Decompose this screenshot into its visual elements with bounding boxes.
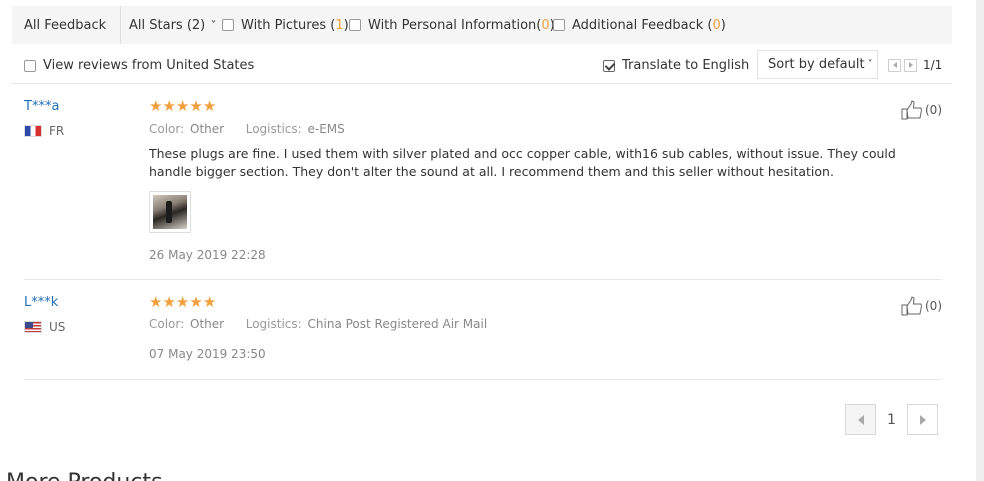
additional-feedback-label: Additional Feedback ( <box>572 17 713 33</box>
star-icon: ★ <box>149 293 163 311</box>
star-icon: ★ <box>202 293 217 311</box>
reviewer-country: FR <box>24 124 64 138</box>
review-text: These plugs are fine. I used them with s… <box>149 146 896 179</box>
page-indicator: 1/1 <box>923 58 943 72</box>
mini-prev-button[interactable] <box>888 58 901 72</box>
star-rating: ★ ★ ★ ★ ★ <box>149 99 216 114</box>
helpful-count: (0) <box>925 299 942 313</box>
filter-all-stars-dropdown[interactable]: All Stars (2) ˅ <box>120 6 217 44</box>
star-icon: ★ <box>175 293 190 311</box>
star-icon: ★ <box>189 293 203 311</box>
additional-feedback-count: 0 <box>712 17 721 33</box>
filter-bar: All Feedback All Stars (2) ˅ With Pictur… <box>12 6 952 44</box>
current-page[interactable]: 1 <box>876 412 907 428</box>
with-pictures-close: ) <box>343 17 349 33</box>
filter-all-stars-label: All Stars (2) <box>129 17 206 33</box>
logistics-label: Logistics: <box>245 317 302 331</box>
helpful-button[interactable]: (0) <box>901 296 942 316</box>
arrow-right-icon <box>908 62 913 68</box>
additional-feedback-checkbox[interactable] <box>553 19 565 31</box>
star-icon: ★ <box>175 97 190 115</box>
filter-all-feedback-label: All Feedback <box>24 17 107 33</box>
with-pictures-label: With Pictures ( <box>241 17 336 33</box>
star-icon: ★ <box>149 97 163 115</box>
review-photo <box>153 195 187 229</box>
color-label: Color: <box>149 317 185 331</box>
personal-information-label: With Personal Information( <box>368 17 542 33</box>
next-page-button[interactable] <box>907 404 938 435</box>
pagination: 1 <box>845 404 938 435</box>
thumbs-up-icon <box>901 100 923 120</box>
additional-feedback-close: ) <box>720 17 726 33</box>
with-pictures-checkbox[interactable] <box>222 19 234 31</box>
reviewer-name[interactable]: T***a <box>24 99 59 114</box>
logistics-value: e-EMS <box>307 122 345 136</box>
filter-personal-information[interactable]: With Personal Information(0) <box>349 6 555 44</box>
arrow-left-icon <box>892 62 897 68</box>
star-icon: ★ <box>162 97 176 115</box>
sort-dropdown[interactable]: Sort by default ˅ <box>757 50 878 79</box>
review-photo-thumbnail[interactable] <box>149 191 191 233</box>
star-rating: ★ ★ ★ ★ ★ <box>149 295 216 310</box>
color-label: Color: <box>149 122 185 136</box>
country-code: US <box>49 320 66 334</box>
star-icon: ★ <box>189 97 203 115</box>
flag-fr-icon <box>24 125 42 137</box>
filter-additional-feedback[interactable]: Additional Feedback (0) <box>553 6 726 44</box>
reviewer-country: US <box>24 320 65 334</box>
reviewer-name[interactable]: L***k <box>24 295 58 310</box>
personal-information-count: 0 <box>541 17 550 33</box>
review-meta: Color: Other Logistics: e-EMS <box>149 122 345 136</box>
arrow-left-icon <box>857 414 864 425</box>
chevron-down-icon: ˅ <box>867 59 873 70</box>
filter-with-pictures[interactable]: With Pictures (1) <box>222 6 349 44</box>
review-date: 07 May 2019 23:50 <box>149 347 266 361</box>
feedback-panel: All Feedback All Stars (2) ˅ With Pictur… <box>0 0 976 481</box>
local-reviews-checkbox[interactable] <box>24 59 36 72</box>
with-pictures-count: 1 <box>335 17 344 33</box>
color-value: Other <box>190 122 225 136</box>
options-row: View reviews from United States Translat… <box>12 48 952 84</box>
mini-pager: 1/1 <box>888 58 942 72</box>
personal-information-checkbox[interactable] <box>349 19 361 31</box>
color-value: Other <box>190 317 225 331</box>
star-icon: ★ <box>162 293 176 311</box>
review-date: 26 May 2019 22:28 <box>149 248 266 262</box>
prev-page-button[interactable] <box>845 404 876 435</box>
arrow-right-icon <box>919 414 926 425</box>
helpful-button[interactable]: (0) <box>901 100 942 120</box>
translate-checkbox[interactable] <box>603 59 615 72</box>
local-reviews-label: View reviews from United States <box>43 58 255 73</box>
logistics-label: Logistics: <box>245 122 302 136</box>
country-code: FR <box>49 124 65 138</box>
chevron-down-icon: ˅ <box>210 19 217 31</box>
local-reviews-option[interactable]: View reviews from United States <box>24 58 254 73</box>
filter-all-feedback[interactable]: All Feedback <box>24 6 106 44</box>
mini-next-button[interactable] <box>904 58 917 72</box>
star-icon: ★ <box>202 97 217 115</box>
scrollbar[interactable] <box>976 0 984 481</box>
translate-label: Translate to English <box>622 58 750 73</box>
sort-label: Sort by default <box>768 57 865 72</box>
logistics-value: China Post Registered Air Mail <box>307 317 488 331</box>
review-meta: Color: Other Logistics: China Post Regis… <box>149 317 487 331</box>
flag-us-icon <box>24 321 42 333</box>
helpful-count: (0) <box>925 103 942 117</box>
thumbs-up-icon <box>901 296 923 316</box>
review-item: L***k US ★ ★ ★ ★ ★ Color: Other Logistic… <box>24 280 942 380</box>
review-item: T***a FR ★ ★ ★ ★ ★ Color: Other Logistic… <box>24 84 942 280</box>
translate-option[interactable]: Translate to English <box>603 58 749 73</box>
more-products-heading: More Products <box>6 470 163 481</box>
